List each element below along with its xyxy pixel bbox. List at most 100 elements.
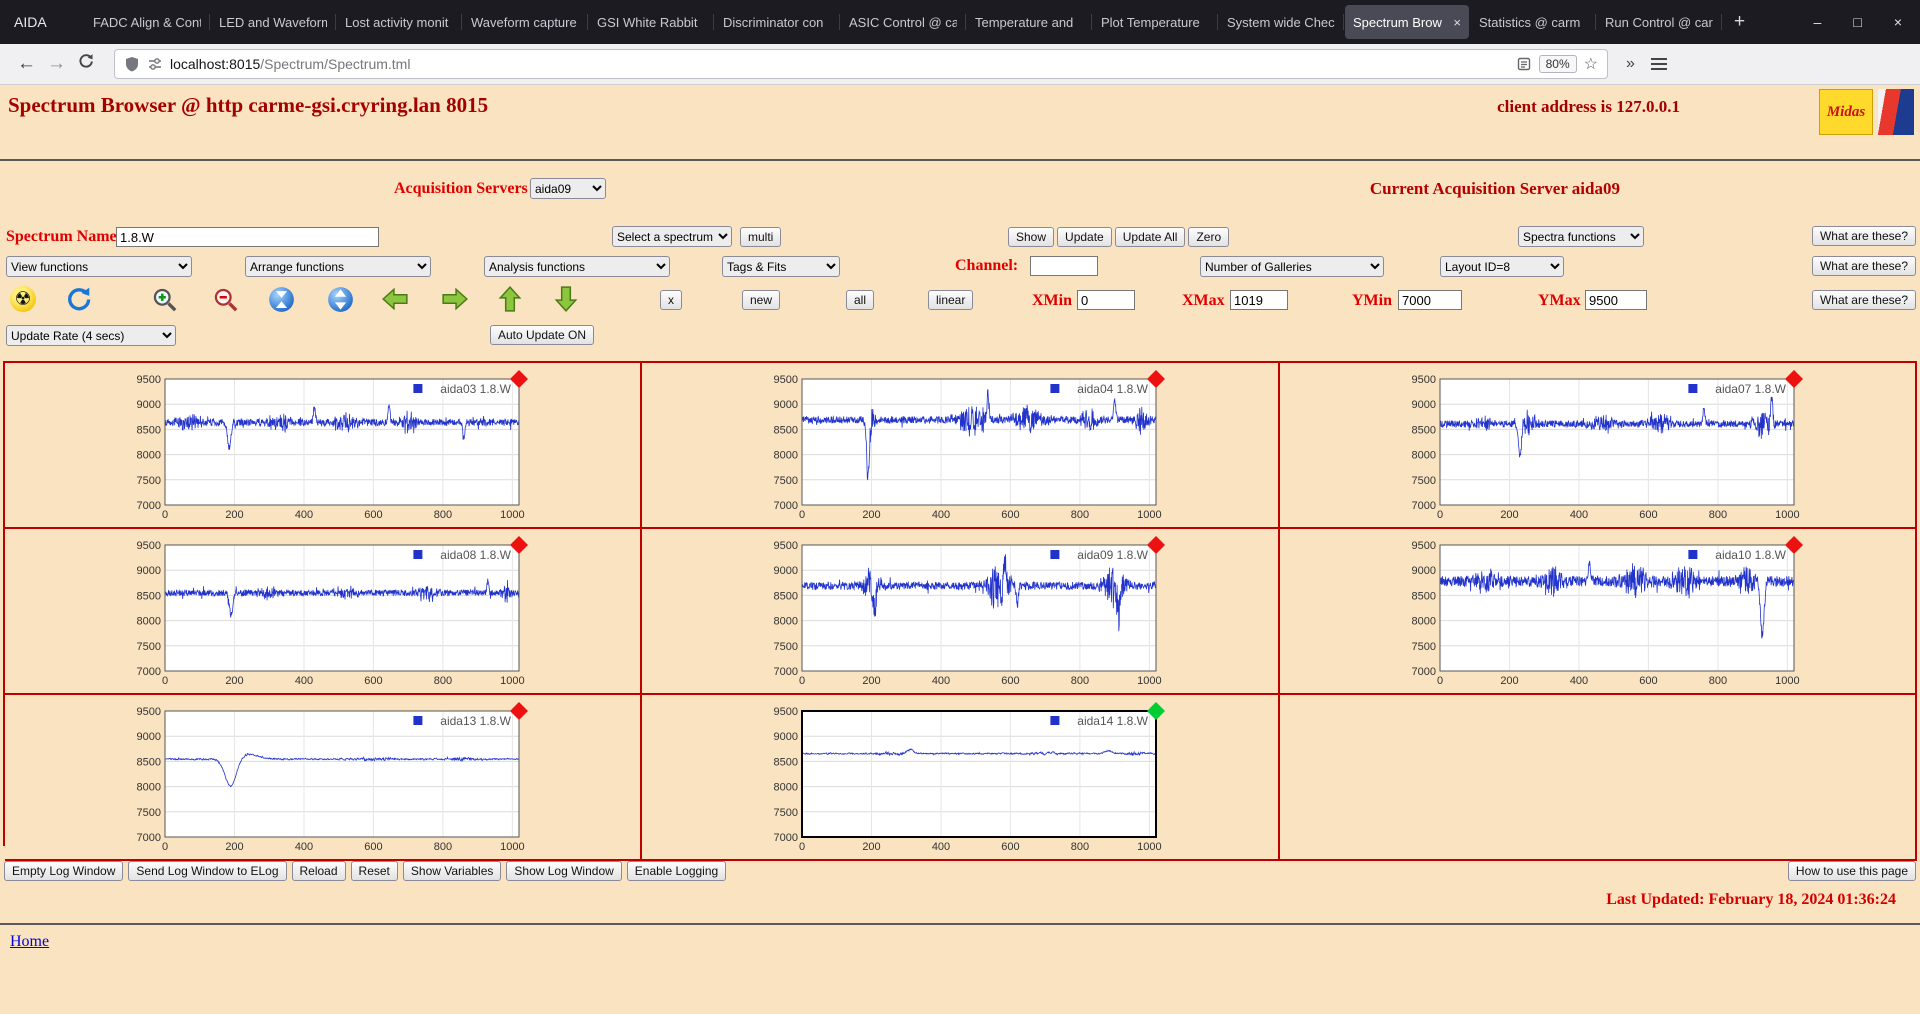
view-functions-dropdown[interactable]: View functions [6,256,192,277]
gallery-cell-aida07[interactable]: 7000 7500 8000 8500 9000 9500 0 200 400 600 800 100… [1279,363,1917,529]
layout-id-dropdown[interactable]: Layout ID=8 [1440,256,1564,277]
zoom-in-icon[interactable] [150,285,178,313]
tab-system-wide-chec[interactable]: System wide Chec [1219,5,1344,39]
maximize-icon[interactable]: □ [1853,14,1861,30]
multi-button[interactable]: multi [740,227,782,247]
how-to-use-button[interactable]: How to use this page [1787,861,1916,881]
zero-button[interactable]: Zero [1188,227,1230,247]
show-button[interactable]: Show [1008,227,1055,247]
gallery-cell-aida10[interactable]: 7000 7500 8000 8500 9000 9500 0 200 400 600 800 100… [1279,529,1917,695]
what-are-these-button-2[interactable]: What are these? [1811,256,1916,276]
spectrum-chart: 7000 7500 8000 8500 9000 9500 0 200 400 600 800 100… [764,367,1277,527]
tab-led-and-waveform[interactable]: LED and Waveform [211,5,336,39]
refresh-icon[interactable] [64,285,92,313]
zoom-level-badge[interactable]: 80% [1538,55,1577,73]
tab-discriminator-con[interactable]: Discriminator con [715,5,840,39]
new-button[interactable]: new [742,290,781,310]
send-log-window-to-elog-button[interactable]: Send Log Window to ELog [128,861,287,881]
spectrum-name-input[interactable] [116,227,379,247]
select-spectrum-dropdown[interactable]: Select a spectrum [612,226,732,247]
tags-fits-dropdown[interactable]: Tags & Fits [722,256,840,277]
svg-text:7500: 7500 [1411,475,1435,487]
linear-button[interactable]: linear [928,290,974,310]
scroll-down-icon[interactable] [552,285,580,313]
update-all-button[interactable]: Update All [1114,227,1186,247]
svg-text:0: 0 [799,509,805,521]
gallery-cell-aida09[interactable]: 7000 7500 8000 8500 9000 9500 0 200 400 600 800 100… [642,529,1280,695]
overflow-chevron-icon[interactable]: » [1626,55,1635,73]
radiation-icon[interactable]: ☢ [10,286,36,312]
acquisition-server-select[interactable]: aida09 [530,178,606,199]
tab-temperature-and[interactable]: Temperature and [967,5,1092,39]
tab-label: Spectrum Brow [1353,14,1442,30]
what-are-these-button-3[interactable]: What are these? [1811,290,1916,310]
site-permissions-icon[interactable] [147,56,163,72]
show-log-window-button[interactable]: Show Log Window [506,861,622,881]
scroll-right-icon[interactable] [441,285,469,313]
what-are-these-button-1[interactable]: What are these? [1811,226,1916,246]
tab-asic-control-ca[interactable]: ASIC Control @ ca [841,5,966,39]
current-acquisition-server: Current Acquisition Server aida09 [1369,179,1620,198]
tab-gsi-white-rabbit[interactable]: GSI White Rabbit [589,5,714,39]
zoom-out-icon[interactable] [211,285,239,313]
reset-button[interactable]: Reset [350,861,398,881]
url-bar[interactable]: localhost:8015/Spectrum/Spectrum.tml 80%… [114,49,1608,79]
svg-text:0: 0 [162,841,168,853]
svg-text:8500: 8500 [774,590,798,602]
home-link[interactable]: Home [10,933,49,951]
svg-text:1000: 1000 [500,509,524,521]
back-button[interactable]: ← [10,53,40,75]
svg-text:400: 400 [932,675,950,687]
minimize-icon[interactable]: – [1814,14,1822,30]
x-axis-button[interactable]: x [660,290,682,310]
all-button[interactable]: all [846,290,875,310]
gallery-cell-aida03[interactable]: 7000 7500 8000 8500 9000 9500 0 200 400 600 800 100… [5,363,643,529]
tab-waveform-capture[interactable]: Waveform capture [463,5,588,39]
tab-plot-temperature[interactable]: Plot Temperature [1093,5,1218,39]
legend-swatch [1688,550,1698,559]
show-variables-button[interactable]: Show Variables [402,861,502,881]
update-rate-dropdown[interactable]: Update Rate (4 secs) [6,325,176,346]
gallery-cell-aida14[interactable]: 7000 7500 8000 8500 9000 9500 0 200 400 600 800 100… [642,695,1280,861]
reload-button[interactable]: Reload [291,861,346,881]
ymax-input[interactable] [1585,290,1647,310]
update-button[interactable]: Update [1057,227,1112,247]
svg-text:800: 800 [1071,841,1089,853]
compress-y-icon[interactable] [267,285,295,313]
arrange-functions-dropdown[interactable]: Arrange functions [245,256,431,277]
auto-update-button[interactable]: Auto Update ON [490,325,595,345]
url-text[interactable]: localhost:8015/Spectrum/Spectrum.tml [170,56,410,72]
svg-text:0: 0 [162,675,168,687]
gallery-cell-aida08[interactable]: 7000 7500 8000 8500 9000 9500 0 200 400 600 800 100… [5,529,643,695]
spectra-functions-dropdown[interactable]: Spectra functions [1518,226,1644,247]
reader-mode-icon[interactable] [1516,56,1532,72]
tab-spectrum-brow[interactable]: Spectrum Brow × [1345,5,1469,39]
tab-close-icon[interactable]: × [1453,15,1461,30]
tab-run-control-car[interactable]: Run Control @ car [1597,5,1722,39]
menu-icon[interactable] [1650,58,1667,70]
expand-y-icon[interactable] [326,285,354,313]
xmin-input[interactable] [1077,290,1135,310]
xmax-input[interactable] [1230,290,1288,310]
chart-legend-label: aida03 1.8.W [440,382,511,396]
tab-statistics-carm[interactable]: Statistics @ carm [1471,5,1596,39]
bookmark-star-icon[interactable]: ☆ [1584,54,1598,74]
tab-fadc-align-cont[interactable]: FADC Align & Cont [85,5,210,39]
reload-button[interactable] [70,53,100,76]
new-tab-button[interactable]: + [1722,11,1757,33]
empty-log-window-button[interactable]: Empty Log Window [4,861,124,881]
gallery-cell-aida13[interactable]: 7000 7500 8000 8500 9000 9500 0 200 400 600 800 100… [5,695,643,861]
enable-logging-button[interactable]: Enable Logging [626,861,727,881]
scroll-up-icon[interactable] [496,285,524,313]
shield-icon[interactable] [124,56,140,72]
analysis-functions-dropdown[interactable]: Analysis functions [484,256,670,277]
ymin-input[interactable] [1398,290,1462,310]
scroll-left-icon[interactable] [381,285,409,313]
number-of-galleries-dropdown[interactable]: Number of Galleries [1200,256,1384,277]
close-icon[interactable]: × [1894,14,1902,30]
tab-lost-activity-monit[interactable]: Lost activity monit [337,5,462,39]
gallery-cell-aida04[interactable]: 7000 7500 8000 8500 9000 9500 0 200 400 600 800 100… [642,363,1280,529]
channel-input[interactable] [1030,256,1098,276]
forward-button[interactable]: → [40,53,70,75]
svg-text:9500: 9500 [1411,374,1435,386]
